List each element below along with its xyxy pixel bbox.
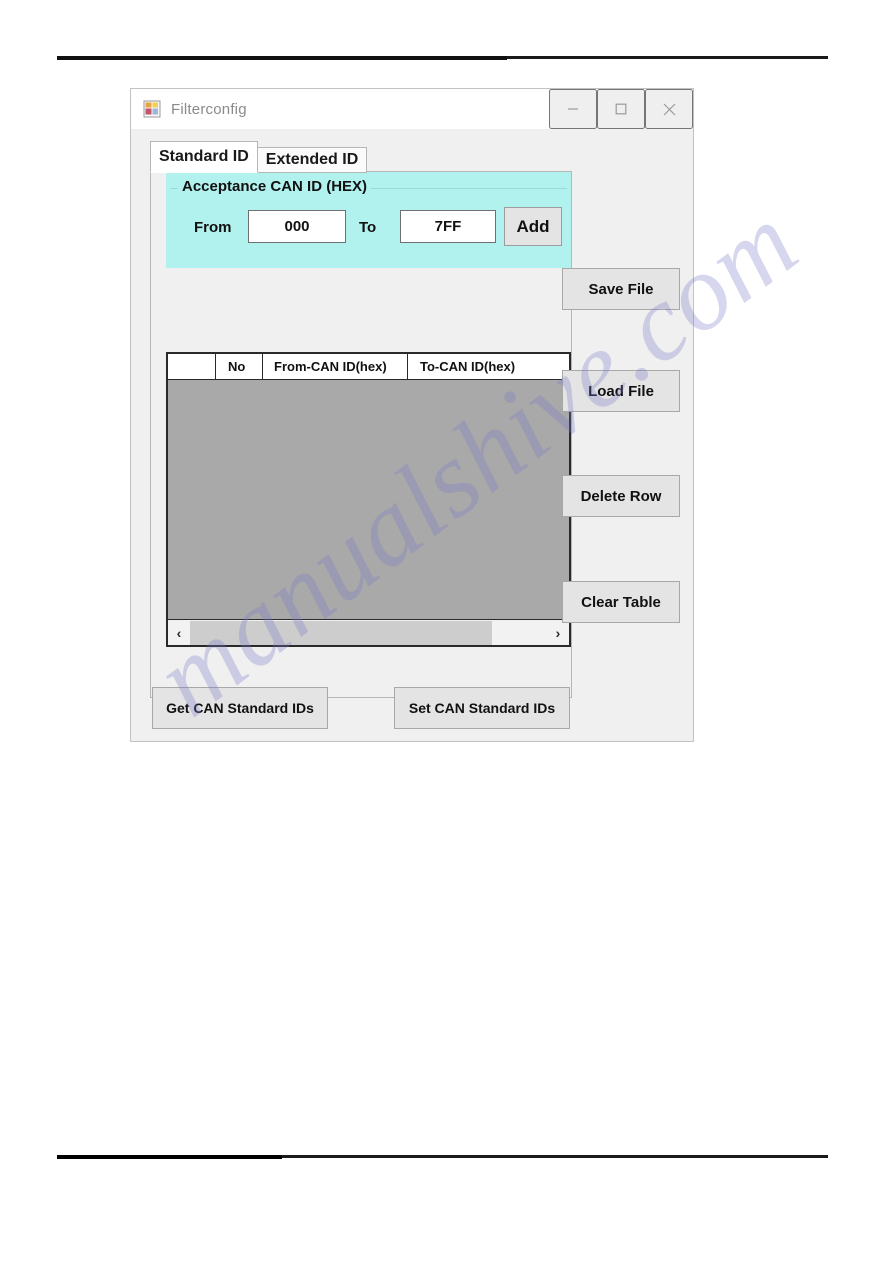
scroll-right-icon[interactable]: ›	[547, 620, 569, 645]
to-label: To	[359, 219, 377, 236]
table-header-selector	[168, 354, 216, 379]
minimize-icon[interactable]	[549, 89, 597, 129]
table-header-to-can-id[interactable]: To-CAN ID(hex)	[408, 354, 569, 379]
close-icon[interactable]	[645, 89, 693, 129]
winforms-app-icon	[143, 100, 161, 118]
add-button[interactable]: Add	[504, 207, 562, 246]
set-can-standard-ids-button[interactable]: Set CAN Standard IDs	[394, 687, 570, 729]
tab-page-standard-id: Acceptance CAN ID (HEX) From To Add No F…	[150, 171, 572, 698]
table-header-from-can-id[interactable]: From-CAN ID(hex)	[263, 354, 408, 379]
page-header-rule	[57, 56, 828, 60]
can-id-table: No From-CAN ID(hex) To-CAN ID(hex) ‹ ›	[166, 352, 571, 647]
can-id-range-row: From To Add	[166, 207, 571, 252]
table-header-row: No From-CAN ID(hex) To-CAN ID(hex)	[168, 354, 569, 380]
scroll-left-icon[interactable]: ‹	[168, 620, 190, 645]
to-can-id-input[interactable]	[400, 210, 496, 243]
table-horizontal-scrollbar[interactable]: ‹ ›	[168, 619, 569, 645]
get-can-standard-ids-button[interactable]: Get CAN Standard IDs	[152, 687, 328, 729]
tab-extended-id[interactable]: Extended ID	[256, 147, 368, 173]
table-header-no[interactable]: No	[216, 354, 263, 379]
load-file-button[interactable]: Load File	[562, 370, 680, 412]
table-body-empty[interactable]	[168, 380, 569, 616]
window-title: Filterconfig	[171, 100, 247, 118]
clear-table-button[interactable]: Clear Table	[562, 581, 680, 623]
tab-standard-id[interactable]: Standard ID	[150, 141, 258, 173]
from-can-id-input[interactable]	[248, 210, 346, 243]
tab-extended-id-label: Extended ID	[265, 151, 359, 168]
groupbox-title: Acceptance CAN ID (HEX)	[178, 178, 372, 195]
scrollbar-thumb[interactable]	[190, 620, 492, 645]
from-label: From	[194, 219, 232, 236]
title-bar[interactable]: Filterconfig	[131, 89, 693, 129]
maximize-icon[interactable]	[597, 89, 645, 129]
window-controls	[549, 89, 693, 129]
tab-standard-id-label: Standard ID	[159, 148, 249, 165]
filterconfig-dialog: Filterconfig Standard ID Extended ID Acc…	[130, 88, 694, 742]
tab-strip: Standard ID Extended ID	[150, 141, 368, 173]
page-footer-rule	[57, 1155, 828, 1159]
delete-row-button[interactable]: Delete Row	[562, 475, 680, 517]
acceptance-can-id-groupbox: Acceptance CAN ID (HEX) From To Add	[166, 172, 571, 268]
scrollbar-track[interactable]	[190, 620, 547, 645]
save-file-button[interactable]: Save File	[562, 268, 680, 310]
